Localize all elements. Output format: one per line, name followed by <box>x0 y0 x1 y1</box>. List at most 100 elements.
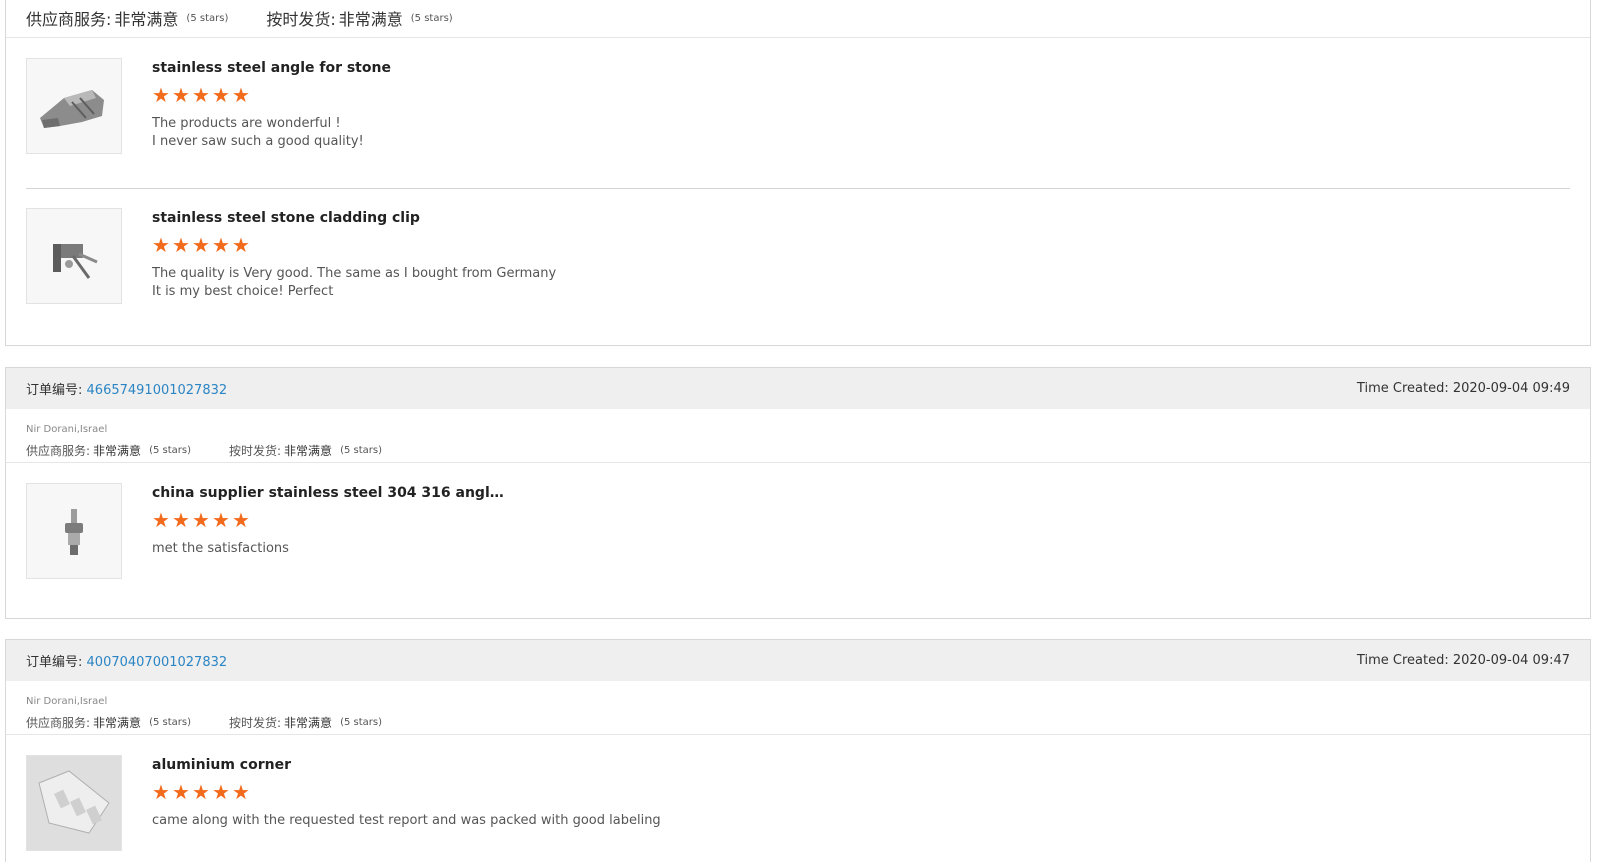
product-info: stainless steel stone cladding clip ★ ★ … <box>152 206 1570 301</box>
star-rating: ★ ★ ★ ★ ★ <box>152 780 1570 804</box>
supplier-service-stars: (5 stars) <box>149 717 191 728</box>
star-rating: ★ ★ ★ ★ ★ <box>152 508 1570 532</box>
ratings-line: 供应商服务: 非常满意 (5 stars) 按时发货: 非常满意 (5 star… <box>6 0 1590 38</box>
star-icon: ★ <box>212 83 230 107</box>
supplier-service-label: 供应商服务: <box>26 10 112 29</box>
star-icon: ★ <box>212 508 230 532</box>
review-text: came along with the requested test repor… <box>152 812 1570 830</box>
on-time-delivery-stars: (5 stars) <box>340 717 382 728</box>
time-created: Time Created: 2020-09-04 09:49 <box>1357 381 1570 396</box>
ratings-line: 供应商服务: 非常满意 (5 stars) 按时发货: 非常满意 (5 star… <box>26 439 1570 463</box>
order-header: 订单编号: 40070407001027832 Time Created: 20… <box>6 640 1590 681</box>
star-icon: ★ <box>232 233 250 257</box>
star-icon: ★ <box>192 83 210 107</box>
supplier-service-rating: 供应商服务: 非常满意 (5 stars) <box>26 711 191 735</box>
product-review-row: aluminium corner ★ ★ ★ ★ ★ came along wi… <box>6 735 1590 855</box>
ratings-line: 供应商服务: 非常满意 (5 stars) 按时发货: 非常满意 (5 star… <box>26 711 1570 735</box>
star-icon: ★ <box>212 780 230 804</box>
product-title[interactable]: stainless steel stone cladding clip <box>152 206 492 230</box>
review-line: came along with the requested test repor… <box>152 813 661 828</box>
on-time-delivery-label: 按时发货: <box>229 716 282 730</box>
order-card: 供应商服务: 非常满意 (5 stars) 按时发货: 非常满意 (5 star… <box>5 0 1591 346</box>
star-icon: ★ <box>232 83 250 107</box>
product-title[interactable]: aluminium corner <box>152 753 492 777</box>
star-icon: ★ <box>152 508 170 532</box>
time-created-value: 2020-09-04 09:47 <box>1452 653 1570 668</box>
order-number: 订单编号: 46657491001027832 <box>26 379 227 398</box>
star-icon: ★ <box>232 780 250 804</box>
order-number-link[interactable]: 46657491001027832 <box>87 383 228 398</box>
supplier-service-value: 非常满意 <box>93 444 142 458</box>
supplier-service-value: 非常满意 <box>93 716 142 730</box>
product-review-row: stainless steel angle for stone ★ ★ ★ ★ … <box>6 38 1590 158</box>
on-time-delivery-rating: 按时发货: 非常满意 (5 stars) <box>229 711 382 735</box>
on-time-delivery-value: 非常满意 <box>338 10 403 29</box>
product-thumbnail[interactable] <box>26 755 122 851</box>
supplier-service-stars: (5 stars) <box>149 445 191 456</box>
order-card: 订单编号: 46657491001027832 Time Created: 20… <box>5 367 1591 619</box>
star-icon: ★ <box>152 233 170 257</box>
reviews-page: 供应商服务: 非常满意 (5 stars) 按时发货: 非常满意 (5 star… <box>0 0 1598 862</box>
review-line: It is my best choice! Perfect <box>152 284 334 299</box>
buyer-block: Nir Dorani,Israel 供应商服务: 非常满意 (5 stars) … <box>6 681 1590 735</box>
on-time-delivery-stars: (5 stars) <box>410 12 453 24</box>
supplier-service-rating: 供应商服务: 非常满意 (5 stars) <box>26 6 228 30</box>
order-card: 订单编号: 40070407001027832 Time Created: 20… <box>5 639 1591 862</box>
star-icon: ★ <box>172 233 190 257</box>
star-icon: ★ <box>172 83 190 107</box>
star-icon: ★ <box>232 508 250 532</box>
star-rating: ★ ★ ★ ★ ★ <box>152 83 1570 107</box>
on-time-delivery-rating: 按时发货: 非常满意 (5 stars) <box>266 6 452 30</box>
product-info: aluminium corner ★ ★ ★ ★ ★ came along wi… <box>152 753 1570 830</box>
star-icon: ★ <box>192 508 210 532</box>
star-icon: ★ <box>212 233 230 257</box>
order-header: 订单编号: 46657491001027832 Time Created: 20… <box>6 368 1590 409</box>
steel-angle-bracket-image <box>40 90 104 128</box>
product-review-row: china supplier stainless steel 304 316 a… <box>6 463 1590 583</box>
product-title[interactable]: china supplier stainless steel 304 316 a… <box>152 481 512 505</box>
product-thumbnail[interactable] <box>26 208 122 304</box>
product-thumbnail[interactable] <box>26 58 122 154</box>
on-time-delivery-rating: 按时发货: 非常满意 (5 stars) <box>229 439 382 463</box>
time-created: Time Created: 2020-09-04 09:47 <box>1357 653 1570 668</box>
on-time-delivery-label: 按时发货: <box>266 10 336 29</box>
buyer-block: Nir Dorani,Israel 供应商服务: 非常满意 (5 stars) … <box>6 409 1590 463</box>
review-line: The quality is Very good. The same as I … <box>152 266 557 281</box>
order-number-link[interactable]: 40070407001027832 <box>87 655 228 670</box>
buyer-name: Nir Dorani,Israel <box>26 424 108 435</box>
review-line: met the satisfactions <box>152 541 289 556</box>
review-text: The quality is Very good. The same as I … <box>152 265 1570 301</box>
on-time-delivery-value: 非常满意 <box>284 716 333 730</box>
review-text: met the satisfactions <box>152 540 1570 558</box>
on-time-delivery-value: 非常满意 <box>284 444 333 458</box>
supplier-service-label: 供应商服务: <box>26 444 91 458</box>
star-icon: ★ <box>172 780 190 804</box>
supplier-service-rating: 供应商服务: 非常满意 (5 stars) <box>26 439 191 463</box>
order-number-label: 订单编号: <box>26 655 83 670</box>
aluminium-corner-image <box>38 770 110 834</box>
cladding-clip-image <box>53 244 98 279</box>
review-line: The products are wonderful ! <box>152 116 341 131</box>
order-number-label: 订单编号: <box>26 383 83 398</box>
review-line: I never saw such a good quality! <box>152 134 364 149</box>
angled-bolt-image <box>65 509 83 555</box>
review-text: The products are wonderful ! I never saw… <box>152 115 1570 151</box>
star-icon: ★ <box>152 83 170 107</box>
product-review-row: stainless steel stone cladding clip ★ ★ … <box>6 188 1590 340</box>
star-rating: ★ ★ ★ ★ ★ <box>152 233 1570 257</box>
on-time-delivery-stars: (5 stars) <box>340 445 382 456</box>
on-time-delivery-label: 按时发货: <box>229 444 282 458</box>
time-created-value: 2020-09-04 09:49 <box>1452 381 1570 396</box>
star-icon: ★ <box>192 233 210 257</box>
product-title[interactable]: stainless steel angle for stone <box>152 56 492 80</box>
time-created-label: Time Created: <box>1356 653 1449 668</box>
supplier-service-value: 非常满意 <box>114 10 179 29</box>
buyer-name: Nir Dorani,Israel <box>26 696 108 707</box>
order-number: 订单编号: 40070407001027832 <box>26 651 227 670</box>
star-icon: ★ <box>172 508 190 532</box>
star-icon: ★ <box>192 780 210 804</box>
product-info: stainless steel angle for stone ★ ★ ★ ★ … <box>152 56 1570 151</box>
supplier-service-label: 供应商服务: <box>26 716 91 730</box>
product-thumbnail[interactable] <box>26 483 122 579</box>
product-info: china supplier stainless steel 304 316 a… <box>152 481 1570 558</box>
